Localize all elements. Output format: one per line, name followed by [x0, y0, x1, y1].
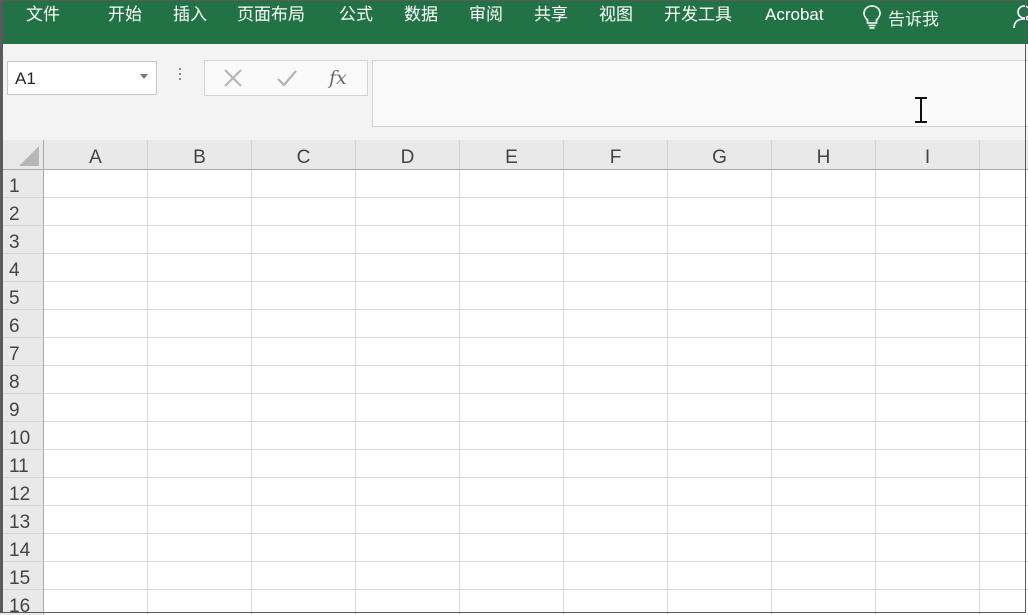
- close-icon: [224, 69, 242, 87]
- row-header[interactable]: 16: [0, 590, 43, 615]
- row-header-column: 1 2 3 4 5 6 7 8 9 10 11 12 13 14 15 16: [0, 170, 44, 615]
- account-icon[interactable]: [1012, 3, 1028, 29]
- tab-page-layout[interactable]: 页面布局: [237, 3, 305, 27]
- name-box-value: A1: [15, 69, 36, 88]
- ribbon-tab-bar: 文件 开始 插入 页面布局 公式 数据 审阅 共享 视图 开发工具 Acroba…: [0, 0, 1028, 44]
- row-header[interactable]: 1: [0, 170, 43, 198]
- gridline: [44, 337, 1028, 338]
- row-header[interactable]: 13: [0, 506, 43, 534]
- column-header-e[interactable]: E: [460, 140, 564, 169]
- column-header-i[interactable]: I: [876, 140, 980, 169]
- row-header[interactable]: 7: [0, 338, 43, 366]
- tell-me-label: 告诉我: [888, 10, 939, 30]
- column-header-f[interactable]: F: [564, 140, 668, 169]
- column-header-a[interactable]: A: [44, 140, 148, 169]
- tab-formulas[interactable]: 公式: [339, 3, 373, 27]
- select-all-triangle-icon: [19, 146, 39, 166]
- row-header[interactable]: 11: [0, 450, 43, 478]
- tab-insert[interactable]: 插入: [173, 3, 207, 27]
- row-header[interactable]: 15: [0, 562, 43, 590]
- tab-review[interactable]: 审阅: [469, 3, 503, 27]
- row-header[interactable]: 8: [0, 366, 43, 394]
- row-header[interactable]: 2: [0, 198, 43, 226]
- gridline: [44, 309, 1028, 310]
- text-cursor-icon: [915, 97, 927, 123]
- tab-file[interactable]: 文件: [26, 3, 60, 27]
- column-header-row: A B C D E F G H I: [0, 140, 1028, 170]
- tab-developer[interactable]: 开发工具: [664, 3, 732, 27]
- tab-home[interactable]: 开始: [108, 3, 142, 27]
- column-header-b[interactable]: B: [148, 140, 252, 169]
- gridline: [44, 197, 1028, 198]
- gridline: [44, 421, 1028, 422]
- row-header[interactable]: 9: [0, 394, 43, 422]
- formula-buttons: fx: [204, 60, 368, 96]
- enter-button[interactable]: [269, 61, 305, 95]
- check-icon: [277, 70, 297, 87]
- chevron-down-icon[interactable]: [140, 74, 148, 79]
- column-header-h[interactable]: H: [772, 140, 876, 169]
- tab-acrobat[interactable]: Acrobat: [765, 3, 824, 27]
- gridline: [44, 533, 1028, 534]
- gridline: [44, 589, 1028, 590]
- gridline: [44, 449, 1028, 450]
- row-header[interactable]: 4: [0, 254, 43, 282]
- row-header[interactable]: 5: [0, 282, 43, 310]
- tab-view[interactable]: 视图: [599, 3, 633, 27]
- tab-share[interactable]: 共享: [534, 3, 568, 27]
- gridline: [44, 225, 1028, 226]
- column-header-d[interactable]: D: [356, 140, 460, 169]
- name-box[interactable]: A1: [7, 61, 157, 95]
- cancel-button[interactable]: [215, 61, 251, 95]
- row-header[interactable]: 3: [0, 226, 43, 254]
- row-header[interactable]: 6: [0, 310, 43, 338]
- row-header[interactable]: 12: [0, 478, 43, 506]
- formula-bar-area: A1 fx: [0, 44, 1028, 140]
- row-header[interactable]: 14: [0, 534, 43, 562]
- worksheet-grid: A B C D E F G H I 1 2 3 4 5 6 7 8 9 10 1…: [0, 140, 1028, 615]
- lightbulb-icon: [863, 5, 881, 29]
- column-header-g[interactable]: G: [668, 140, 772, 169]
- gridline: [44, 393, 1028, 394]
- gridline: [44, 281, 1028, 282]
- gridline: [44, 365, 1028, 366]
- gridline: [44, 477, 1028, 478]
- tab-data[interactable]: 数据: [404, 3, 438, 27]
- cell-area[interactable]: [44, 170, 1028, 615]
- grip-dots-icon[interactable]: [179, 68, 182, 83]
- select-all-button[interactable]: [0, 140, 44, 170]
- gridline: [44, 561, 1028, 562]
- column-header-j[interactable]: [980, 140, 1028, 169]
- insert-function-button[interactable]: fx: [329, 67, 347, 89]
- row-header[interactable]: 10: [0, 422, 43, 450]
- gridline: [44, 505, 1028, 506]
- gridline: [44, 253, 1028, 254]
- column-header-c[interactable]: C: [252, 140, 356, 169]
